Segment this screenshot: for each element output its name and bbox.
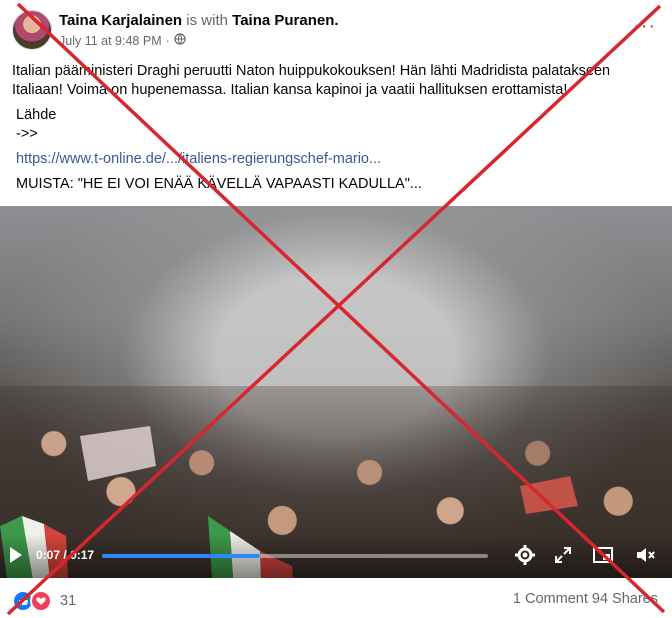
avatar[interactable] xyxy=(12,10,52,50)
source-link[interactable]: https://www.t-online.de/.../italiens-reg… xyxy=(16,150,381,169)
progress-bar[interactable] xyxy=(102,554,488,558)
miniplayer-icon[interactable] xyxy=(592,544,614,566)
source-label: Lähde xyxy=(16,107,57,123)
love-icon xyxy=(30,590,52,612)
reactions[interactable]: 31 xyxy=(12,590,76,612)
video-player[interactable]: 0:07 / 0:17 xyxy=(0,206,672,578)
source-arrow: ->> xyxy=(16,126,38,142)
duration: 0:17 xyxy=(70,548,95,562)
progress-fill xyxy=(102,554,261,558)
tagged-name[interactable]: Taina Puranen. xyxy=(232,12,338,29)
reaction-count: 31 xyxy=(60,593,77,609)
video-time: 0:07 / 0:17 xyxy=(36,548,94,562)
with-text: is with xyxy=(186,12,228,29)
timestamp[interactable]: July 11 at 9:48 PM xyxy=(59,34,162,48)
post-body: Italian pääministeri Draghi peruutti Nat… xyxy=(12,63,611,98)
meta-separator: · xyxy=(165,33,170,48)
current-time: 0:07 xyxy=(36,548,61,562)
more-icon[interactable]: ··· xyxy=(633,16,656,36)
post-header: Taina Karjalainen is with Taina Puranen.… xyxy=(12,10,660,52)
flag-top-left xyxy=(80,426,156,481)
volume-muted-icon[interactable] xyxy=(634,544,656,566)
play-icon[interactable] xyxy=(10,547,22,563)
muista-text: MUISTA: "HE EI VOI ENÄÄ KÄVELLÄ VAPAASTI… xyxy=(16,176,422,192)
comment-count[interactable]: 1 Comment xyxy=(513,591,588,607)
post-meta: July 11 at 9:48 PM · xyxy=(59,33,186,48)
globe-icon xyxy=(174,33,186,48)
settings-icon[interactable] xyxy=(514,544,536,566)
source-block: Lähde ->> https://www.t-online.de/.../it… xyxy=(16,106,381,169)
share-count[interactable]: 94 Shares xyxy=(592,591,658,607)
post-footer: 31 1 Comment 94 Shares xyxy=(0,578,672,618)
time-separator: / xyxy=(63,548,67,562)
author-name[interactable]: Taina Karjalainen xyxy=(59,12,182,29)
engagement-counts: 1 Comment 94 Shares xyxy=(513,591,658,607)
post-text: Italian pääministeri Draghi peruutti Nat… xyxy=(12,62,662,100)
fullscreen-icon[interactable] xyxy=(552,544,574,566)
author-line: Taina Karjalainen is with Taina Puranen. xyxy=(59,12,339,29)
flag-top-right xyxy=(520,476,578,514)
video-controls: 0:07 / 0:17 xyxy=(0,534,672,578)
